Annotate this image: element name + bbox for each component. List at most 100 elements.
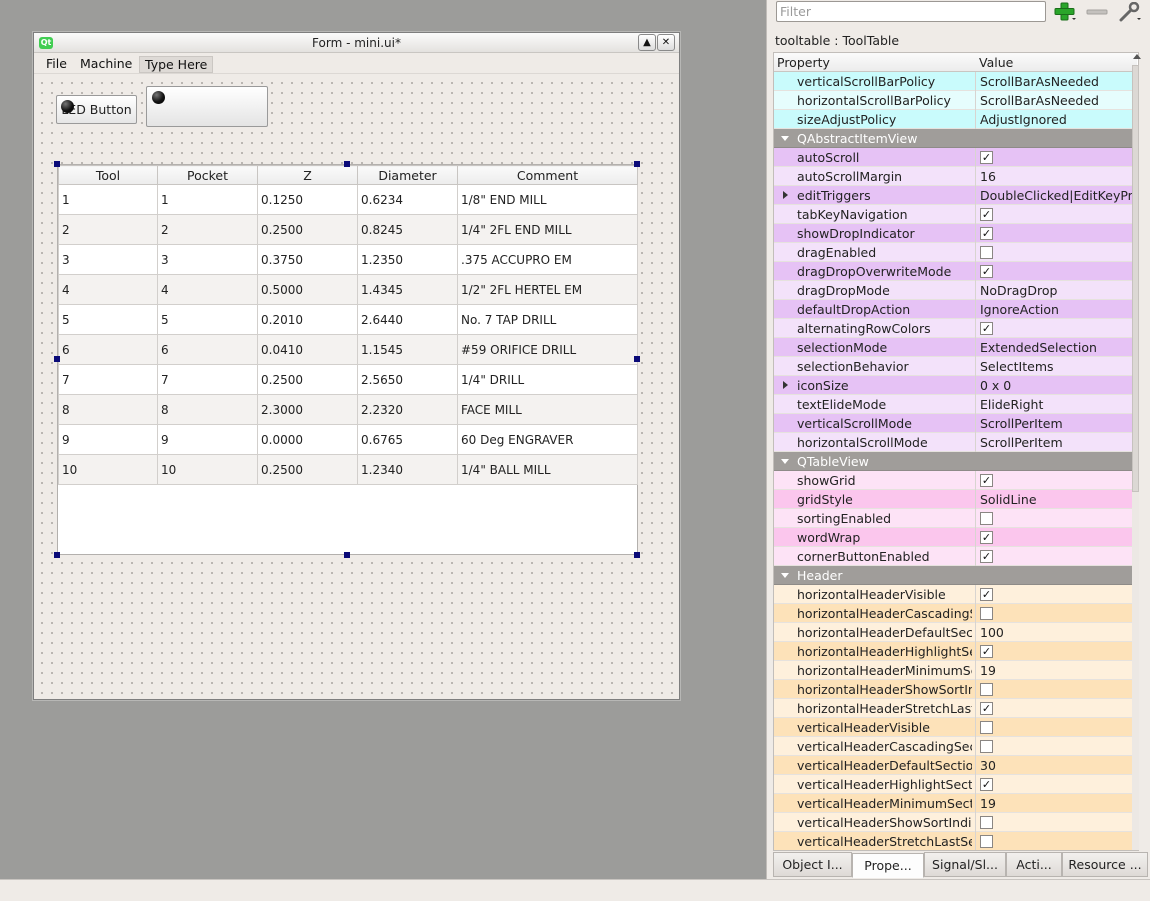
- property-row[interactable]: wordWrap ✓: [774, 528, 1137, 547]
- table-cell[interactable]: 1.2340: [357, 454, 458, 485]
- property-row[interactable]: dragEnabled: [774, 243, 1137, 262]
- property-value[interactable]: ScrollBarAsNeeded: [975, 72, 1137, 91]
- property-tree[interactable]: Property Value verticalScrollBarPolicy Sc…: [773, 52, 1139, 851]
- resize-handle[interactable]: [634, 356, 640, 362]
- property-row[interactable]: dragDropMode NoDragDrop: [774, 281, 1137, 300]
- form-titlebar[interactable]: Qt Form - mini.ui* ▲ ✕: [34, 33, 679, 53]
- property-value[interactable]: ✓: [975, 547, 1137, 566]
- property-row[interactable]: cornerButtonEnabled ✓: [774, 547, 1137, 566]
- property-section-header[interactable]: QTableView: [774, 452, 1137, 471]
- table-cell[interactable]: 8: [58, 394, 158, 425]
- table-row[interactable]: 8 8 2.3000 2.2320 FACE MILL: [58, 394, 638, 425]
- property-row[interactable]: showGrid ✓: [774, 471, 1137, 490]
- property-row[interactable]: verticalHeaderDefaultSection...30: [774, 756, 1137, 775]
- table-row[interactable]: 1 1 0.1250 0.6234 1/8" END MILL: [58, 184, 638, 215]
- property-value[interactable]: AdjustIgnored: [975, 110, 1137, 129]
- property-row[interactable]: verticalScrollBarPolicy ScrollBarAsNeeded: [774, 72, 1137, 91]
- shade-button[interactable]: ▲: [638, 34, 656, 51]
- table-cell[interactable]: 5: [157, 304, 258, 335]
- led-push-button[interactable]: [146, 86, 268, 127]
- property-checkbox[interactable]: [980, 816, 993, 829]
- table-cell[interactable]: 4: [58, 274, 158, 305]
- property-row[interactable]: gridStyle SolidLine: [774, 490, 1137, 509]
- table-cell[interactable]: 8: [157, 394, 258, 425]
- property-section-header[interactable]: Header: [774, 566, 1137, 585]
- property-row[interactable]: horizontalHeaderDefaultSecti...100: [774, 623, 1137, 642]
- table-cell[interactable]: 9: [157, 424, 258, 455]
- property-row[interactable]: verticalHeaderCascadingSec...: [774, 737, 1137, 756]
- table-row[interactable]: 9 9 0.0000 0.6765 60 Deg ENGRAVER: [58, 424, 638, 455]
- property-value[interactable]: 100: [975, 623, 1137, 642]
- table-row[interactable]: 3 3 0.3750 1.2350.375 ACCUPRO EM: [58, 244, 638, 275]
- tool-table[interactable]: Tool Pocket Z Diameter Comment 1 1 0.1250 0…: [57, 164, 638, 555]
- property-row[interactable]: sizeAdjustPolicy AdjustIgnored: [774, 110, 1137, 129]
- tab-signal-slot-editor[interactable]: Signal/Sl...: [924, 852, 1006, 877]
- table-cell[interactable]: 0.2500: [257, 454, 358, 485]
- property-checkbox[interactable]: ✓: [980, 151, 993, 164]
- property-value[interactable]: [975, 243, 1137, 262]
- table-cell[interactable]: 1: [157, 184, 258, 215]
- property-row[interactable]: horizontalHeaderVisible ✓: [774, 585, 1137, 604]
- property-checkbox[interactable]: ✓: [980, 702, 993, 715]
- property-row[interactable]: verticalHeaderVisible: [774, 718, 1137, 737]
- collapse-arrow-icon[interactable]: [781, 573, 789, 578]
- property-value[interactable]: ✓: [975, 471, 1137, 490]
- tab-property-editor[interactable]: Prope...: [852, 853, 924, 878]
- property-value[interactable]: [975, 680, 1137, 699]
- table-cell[interactable]: 2.3000: [257, 394, 358, 425]
- property-row[interactable]: textElideMode ElideRight: [774, 395, 1137, 414]
- property-value[interactable]: ✓: [975, 205, 1137, 224]
- property-value[interactable]: SolidLine: [975, 490, 1137, 509]
- table-cell[interactable]: #59 ORIFICE DRILL: [457, 334, 638, 365]
- property-value[interactable]: ScrollBarAsNeeded: [975, 91, 1137, 110]
- property-checkbox[interactable]: [980, 607, 993, 620]
- table-cell[interactable]: 9: [58, 424, 158, 455]
- property-row[interactable]: iconSize 0 x 0: [774, 376, 1137, 395]
- property-checkbox[interactable]: ✓: [980, 227, 993, 240]
- property-value[interactable]: ✓: [975, 148, 1137, 167]
- property-checkbox[interactable]: [980, 740, 993, 753]
- property-row[interactable]: verticalScrollMode ScrollPerItem: [774, 414, 1137, 433]
- property-column-header[interactable]: Property: [777, 55, 830, 70]
- table-cell[interactable]: 1/8" END MILL: [457, 184, 638, 215]
- property-row[interactable]: horizontalHeaderHighlightSe... ✓: [774, 642, 1137, 661]
- table-cell[interactable]: 0.3750: [257, 244, 358, 275]
- table-cell[interactable]: 0.2500: [257, 364, 358, 395]
- table-cell[interactable]: 6: [157, 334, 258, 365]
- property-row[interactable]: horizontalScrollMode ScrollPerItem: [774, 433, 1137, 452]
- property-value[interactable]: [975, 737, 1137, 756]
- property-value[interactable]: ScrollPerItem: [975, 414, 1137, 433]
- expand-arrow-icon[interactable]: [783, 381, 788, 389]
- property-row[interactable]: defaultDropAction IgnoreAction: [774, 300, 1137, 319]
- property-value[interactable]: NoDragDrop: [975, 281, 1137, 300]
- wrench-icon[interactable]: [1118, 2, 1142, 22]
- property-value[interactable]: ExtendedSelection: [975, 338, 1137, 357]
- property-checkbox[interactable]: ✓: [980, 474, 993, 487]
- table-cell[interactable]: 7: [58, 364, 158, 395]
- close-button[interactable]: ✕: [657, 34, 675, 51]
- property-value[interactable]: ✓: [975, 528, 1137, 547]
- property-row[interactable]: verticalHeaderStretchLastSe...: [774, 832, 1137, 850]
- property-value[interactable]: 30: [975, 756, 1137, 775]
- property-row[interactable]: horizontalHeaderMinimumSe... 19: [774, 661, 1137, 680]
- table-row[interactable]: 6 6 0.0410 1.1545 #59 ORIFICE DRILL: [58, 334, 638, 365]
- property-scrollbar-thumb[interactable]: [1132, 65, 1139, 492]
- property-row[interactable]: alternatingRowColors ✓: [774, 319, 1137, 338]
- menu-machine[interactable]: Machine: [75, 56, 137, 73]
- scroll-up-arrow-icon[interactable]: [1133, 54, 1141, 59]
- table-cell[interactable]: 0.6765: [357, 424, 458, 455]
- property-row[interactable]: editTriggers DoubleClicked|EditKeyPre...: [774, 186, 1137, 205]
- property-value[interactable]: ElideRight: [975, 395, 1137, 414]
- property-checkbox[interactable]: ✓: [980, 550, 993, 563]
- table-cell[interactable]: 0.1250: [257, 184, 358, 215]
- column-header[interactable]: Pocket: [157, 165, 258, 185]
- table-cell[interactable]: 3: [157, 244, 258, 275]
- property-checkbox[interactable]: [980, 835, 993, 848]
- property-value[interactable]: ✓: [975, 775, 1137, 794]
- property-row[interactable]: showDropIndicator ✓: [774, 224, 1137, 243]
- table-cell[interactable]: 7: [157, 364, 258, 395]
- property-value[interactable]: 0 x 0: [975, 376, 1137, 395]
- property-value[interactable]: ✓: [975, 699, 1137, 718]
- property-value[interactable]: [975, 509, 1137, 528]
- table-cell[interactable]: .375 ACCUPRO EM: [457, 244, 638, 275]
